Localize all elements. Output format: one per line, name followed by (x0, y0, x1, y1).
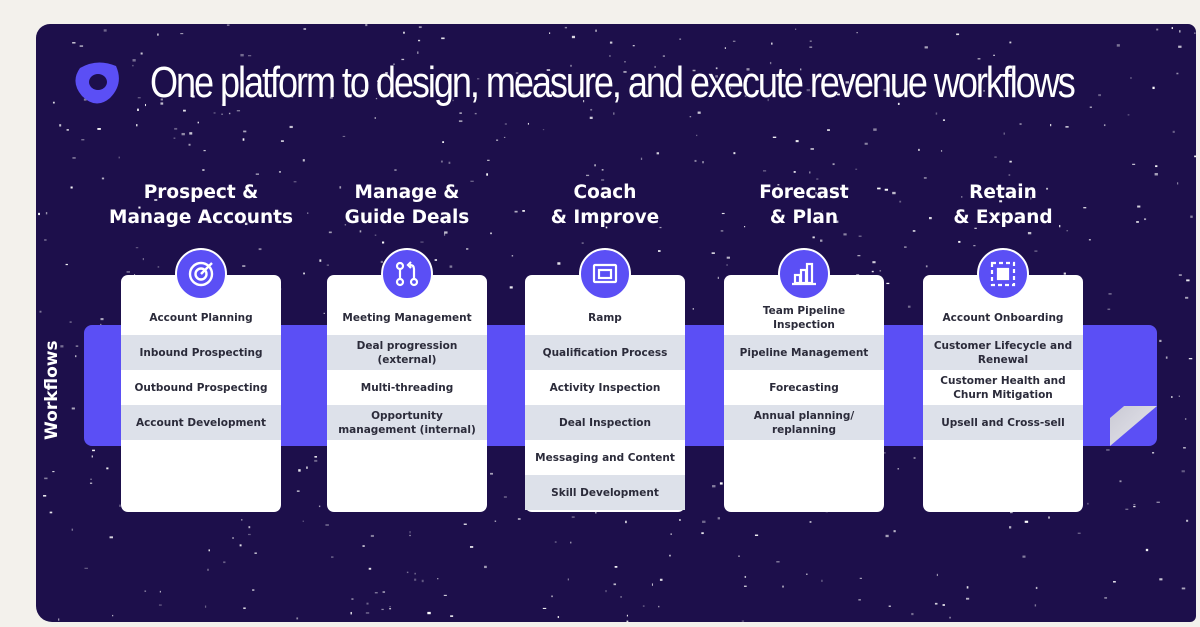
workflow-item-label: Outbound Prospecting (134, 381, 268, 394)
workflow-item: Opportunity management (internal) (327, 405, 487, 440)
column-heading: Forecast & Plan (704, 180, 904, 240)
column-2: Coach & Improve Ramp Qualification Process A… (505, 180, 705, 512)
workflow-item: Activity Inspection (525, 370, 685, 405)
workflow-item: Meeting Management (327, 300, 487, 335)
workflow-item: Qualification Process (525, 335, 685, 370)
heading-line: & Expand (953, 207, 1053, 228)
workflow-item-label: Messaging and Content (535, 451, 675, 464)
workflow-item: Pipeline Management (724, 335, 884, 370)
heading-line: Manage Accounts (109, 207, 293, 228)
workflow-card: Ramp Qualification Process Activity Inspec… (525, 275, 685, 512)
workflow-item-label: Multi-threading (360, 381, 454, 394)
workflow-item: Customer Health and Churn Mitigation (923, 370, 1083, 405)
workflow-item-label: Opportunity management (internal) (338, 409, 476, 436)
page-title: One platform to design, measure, and exe… (150, 58, 1076, 107)
workflow-item: Multi-threading (327, 370, 487, 405)
workflow-item-label: Activity Inspection (549, 381, 661, 394)
workflow-item: Skill Development (525, 475, 685, 510)
workflow-item-label: Meeting Management (342, 311, 472, 324)
workflow-item: Account Onboarding (923, 300, 1083, 335)
git-branch-icon (381, 248, 433, 300)
workflow-item-label: Upsell and Cross-sell (941, 416, 1065, 429)
workflow-item-label: Account Onboarding (942, 311, 1064, 324)
workflow-item-label: Customer Health and Churn Mitigation (940, 374, 1066, 401)
workflow-card: Team Pipeline Inspection Pipeline Managem… (724, 275, 884, 512)
workflow-item-label: Deal progression (external) (356, 339, 458, 366)
workflow-item: Deal Inspection (525, 405, 685, 440)
workflow-item-label: Inbound Prospecting (139, 346, 263, 359)
heading-line: Manage & (354, 182, 460, 203)
workflow-item: Customer Lifecycle and Renewal (923, 335, 1083, 370)
column-4: Retain & Expand Account Onboarding Customer… (903, 180, 1103, 512)
workflow-item: Account Development (121, 405, 281, 440)
column-3: Forecast & Plan Team Pipeline Inspection Pi… (704, 180, 904, 512)
column-1: Manage & Guide Deals Meeting Management Dea… (307, 180, 507, 512)
workflow-card: Account Planning Inbound Prospecting Outbo… (121, 275, 281, 512)
heading-line: Forecast (759, 182, 849, 203)
target-icon (175, 248, 227, 300)
workflow-item: Account Planning (121, 300, 281, 335)
workflow-item-label: Qualification Process (542, 346, 668, 359)
workflow-item-label: Forecasting (769, 381, 839, 394)
workflow-item: Annual planning/ replanning (724, 405, 884, 440)
workflow-item-label: Skill Development (551, 486, 659, 499)
frame-icon (977, 248, 1029, 300)
column-0: Prospect & Manage Accounts Account Plannin… (101, 180, 301, 512)
workflow-item-label: Deal Inspection (559, 416, 651, 429)
logo-icon (75, 62, 119, 104)
column-heading: Prospect & Manage Accounts (101, 180, 301, 240)
workflow-item: Ramp (525, 300, 685, 335)
workflow-item: Deal progression (external) (327, 335, 487, 370)
column-heading: Coach & Improve (505, 180, 705, 240)
workflow-card: Account Onboarding Customer Lifecycle and… (923, 275, 1083, 512)
workflow-item-label: Annual planning/ replanning (753, 409, 855, 436)
presentation-icon (579, 248, 631, 300)
column-heading: Retain & Expand (903, 180, 1103, 240)
workflows-label: Workflows (42, 340, 62, 440)
workflow-item: Messaging and Content (525, 440, 685, 475)
heading-line: Guide Deals (344, 207, 470, 228)
heading-line: Retain (969, 182, 1037, 203)
workflow-item-label: Customer Lifecycle and Renewal (933, 339, 1073, 366)
workflow-card: Meeting Management Deal progression (exte… (327, 275, 487, 512)
column-heading: Manage & Guide Deals (307, 180, 507, 240)
workflow-item: Team Pipeline Inspection (724, 300, 884, 335)
workflow-item-label: Ramp (588, 311, 622, 324)
workflow-item: Outbound Prospecting (121, 370, 281, 405)
heading-line: Coach (573, 182, 637, 203)
heading-line: Prospect & (143, 182, 259, 203)
workflow-item: Forecasting (724, 370, 884, 405)
workflow-item-label: Pipeline Management (739, 346, 869, 359)
heading-line: & Plan (769, 207, 839, 228)
workflow-item-label: Account Planning (149, 311, 253, 324)
bar-chart-icon (778, 248, 830, 300)
heading-line: & Improve (550, 207, 660, 228)
workflow-item: Upsell and Cross-sell (923, 405, 1083, 440)
workflow-item: Inbound Prospecting (121, 335, 281, 370)
workflow-item-label: Account Development (135, 416, 267, 429)
workflow-item-label: Team Pipeline Inspection (762, 304, 846, 331)
